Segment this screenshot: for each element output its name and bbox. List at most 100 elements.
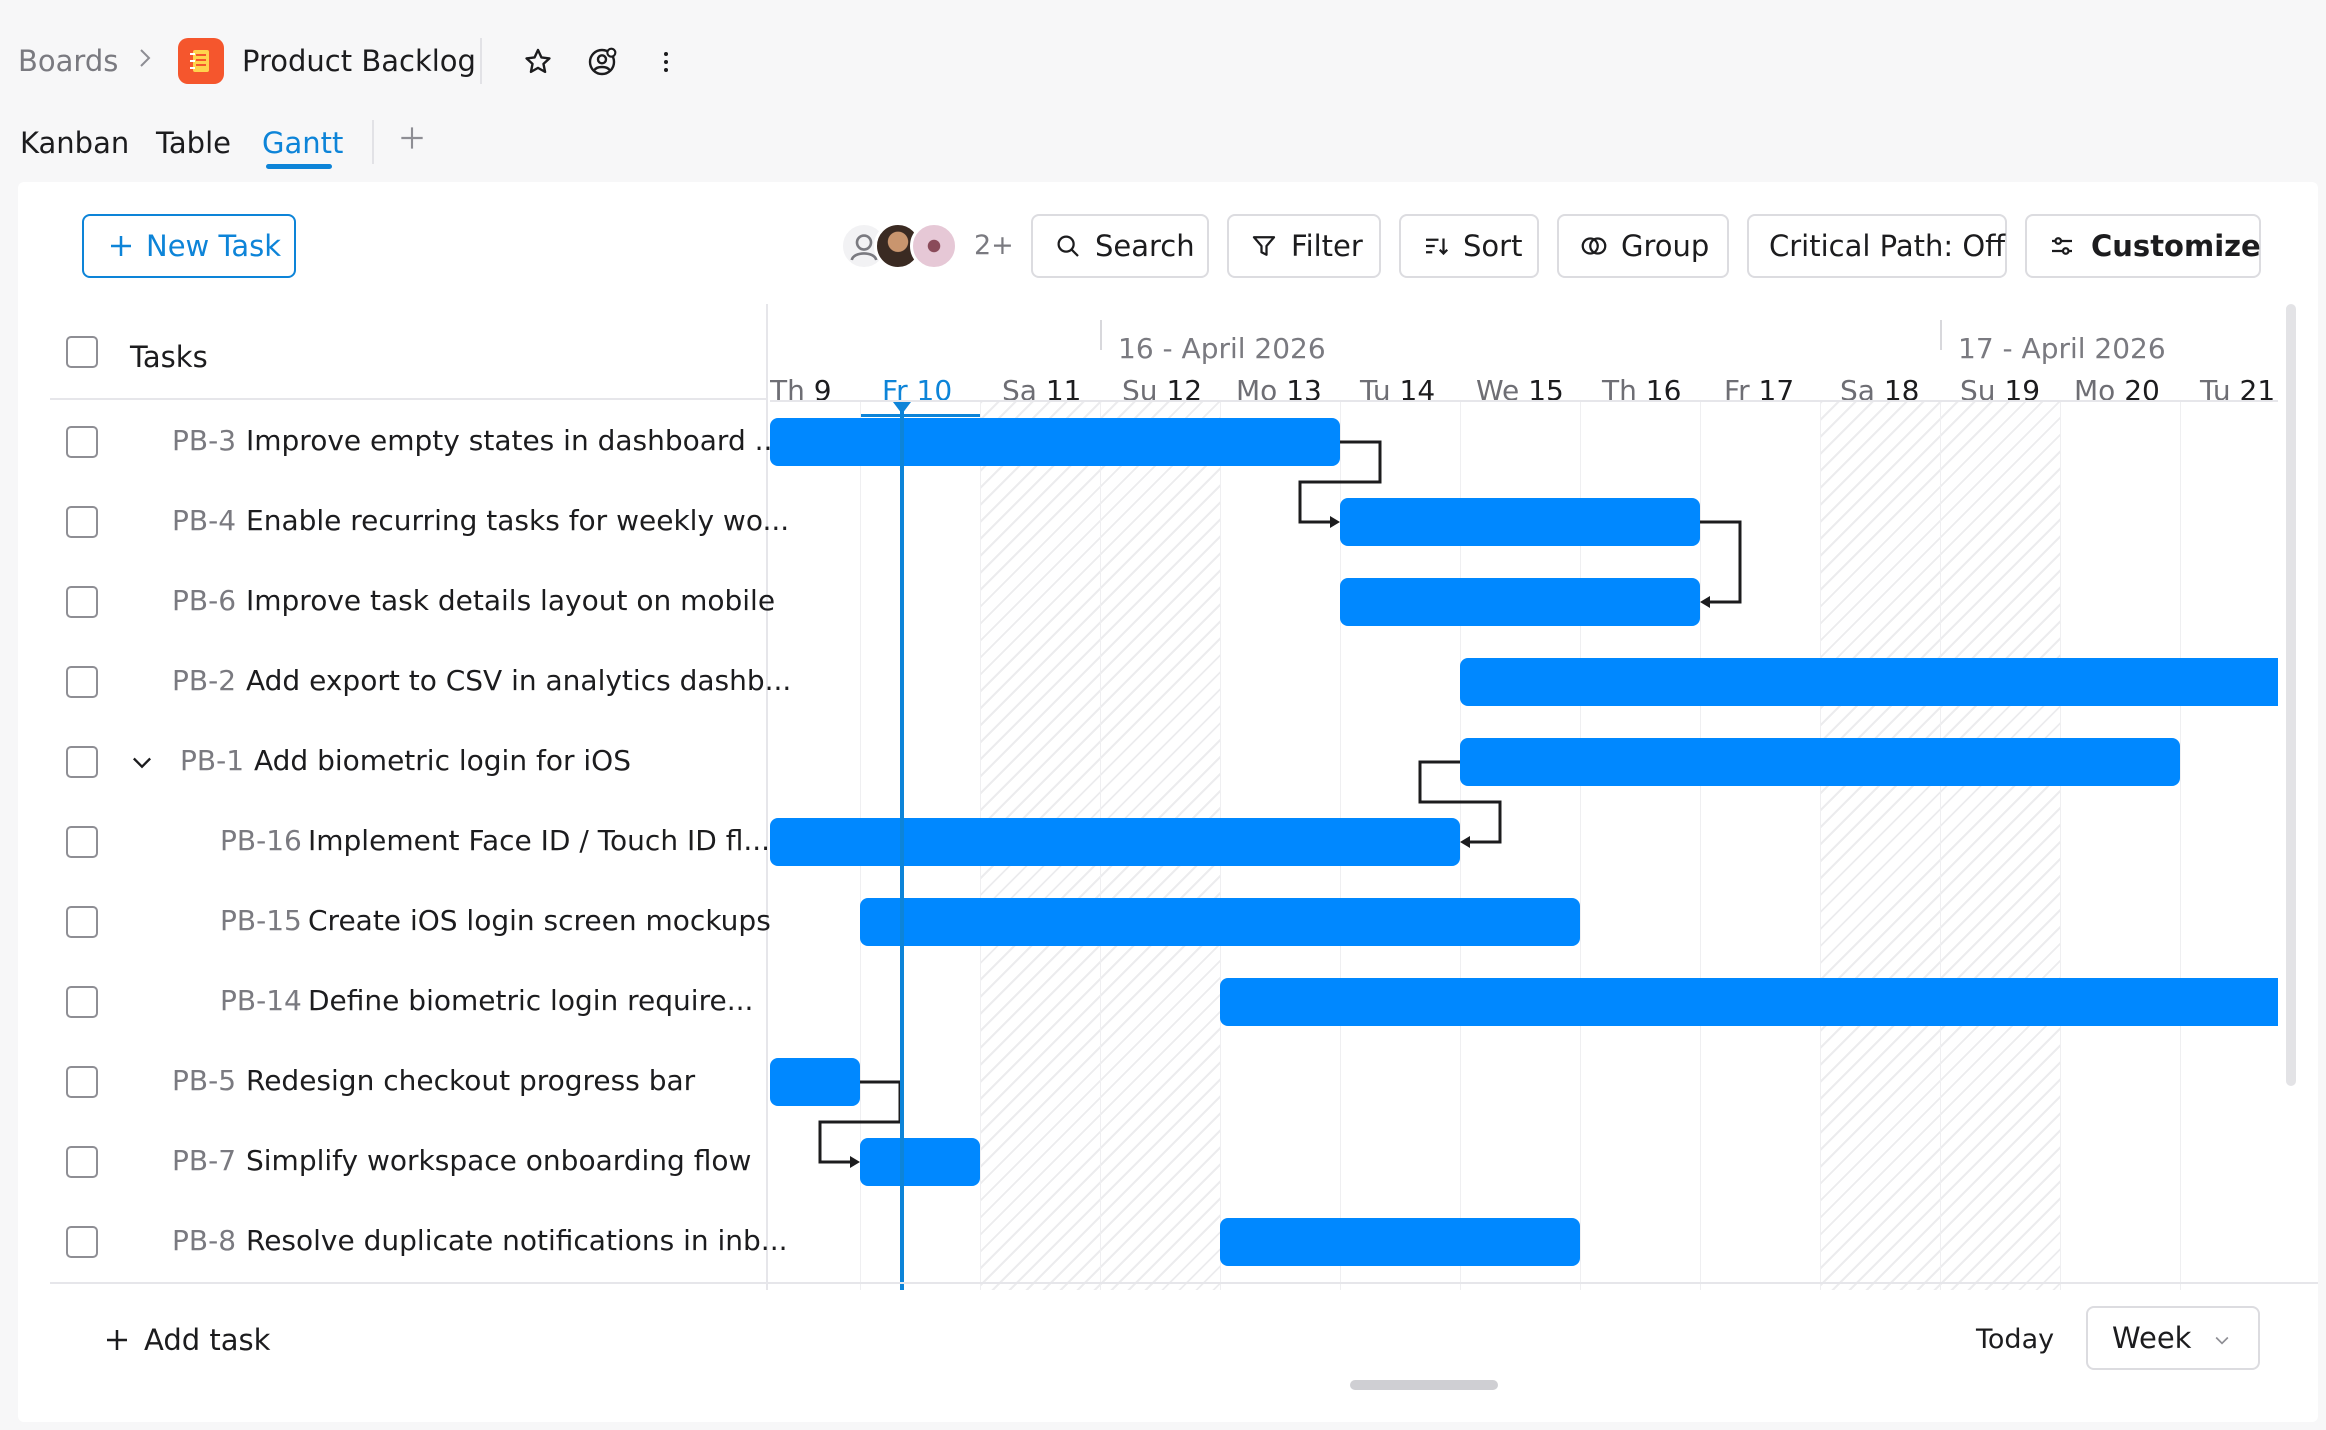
sort-icon (1426, 238, 1449, 256)
row-checkbox[interactable] (66, 746, 98, 778)
task-name[interactable]: Resolve duplicate notifications in inb..… (246, 1224, 788, 1257)
add-task-label: Add task (144, 1323, 271, 1357)
task-name[interactable]: Enable recurring tasks for weekly wo... (246, 504, 789, 537)
task-row[interactable]: PB-4 Enable recurring tasks for weekly w… (50, 482, 789, 562)
task-id: PB-15 (220, 904, 302, 937)
footer-divider (50, 1282, 2318, 1284)
group-label: Group (1621, 229, 1710, 263)
task-name[interactable]: Implement Face ID / Touch ID fl... (308, 824, 770, 857)
divider (480, 38, 482, 84)
task-name[interactable]: Simplify workspace onboarding flow (246, 1144, 751, 1177)
row-checkbox[interactable] (66, 426, 98, 458)
chevron-down-icon (2215, 1336, 2229, 1345)
row-checkbox[interactable] (66, 1226, 98, 1258)
row-checkbox[interactable] (66, 586, 98, 618)
horizontal-scrollbar[interactable] (1350, 1380, 1498, 1390)
search-label: Search (1095, 229, 1195, 263)
more-options-button[interactable] (648, 44, 684, 80)
task-row[interactable]: PB-14 Define biometric login require... (50, 962, 768, 1042)
task-row[interactable]: PB-8 Resolve duplicate notifications in … (50, 1202, 788, 1282)
sort-button[interactable]: Sort (1399, 214, 1539, 278)
task-row[interactable]: PB-2 Add export to CSV in analytics dash… (50, 642, 791, 722)
board-title: Product Backlog (242, 44, 476, 78)
critical-path-label: Critical Path: Off (1769, 229, 2006, 263)
watch-button[interactable] (584, 44, 620, 80)
row-checkbox[interactable] (66, 826, 98, 858)
chevron-down-icon[interactable] (128, 748, 156, 776)
customize-button[interactable]: Customize (2025, 214, 2261, 278)
task-row[interactable]: PB-16 Implement Face ID / Touch ID fl... (50, 802, 770, 882)
user-watch-icon (588, 47, 617, 76)
notebook-icon (178, 38, 224, 84)
customize-label: Customize (2091, 229, 2261, 263)
zoom-select-value: Week (2112, 1321, 2192, 1355)
new-task-button[interactable]: New Task (82, 214, 296, 278)
tab-kanban[interactable]: Kanban (20, 126, 129, 160)
task-id: PB-1 (180, 744, 245, 777)
active-tab-indicator (266, 164, 332, 169)
plus-icon[interactable] (396, 122, 428, 154)
task-row[interactable]: PB-3 Improve empty states in dashboard .… (50, 402, 781, 482)
sort-label: Sort (1463, 229, 1523, 263)
tab-gantt[interactable]: Gantt (262, 126, 343, 160)
top-bar: Boards Product Backlog (0, 0, 2326, 120)
row-checkbox[interactable] (66, 986, 98, 1018)
gantt-panel: New Task 2+ Search Filter Sort Group Cri… (18, 182, 2318, 1422)
zoom-select[interactable]: Week (2086, 1306, 2260, 1370)
add-task-button[interactable]: Add task (102, 1320, 270, 1360)
avatars-more-count[interactable]: 2+ (974, 230, 1014, 261)
today-marker (893, 402, 911, 414)
task-id: PB-3 (172, 424, 237, 457)
today-line (900, 402, 904, 1290)
task-name[interactable]: Define biometric login require... (308, 984, 753, 1017)
group-icon (1581, 237, 1607, 255)
row-checkbox[interactable] (66, 1066, 98, 1098)
avatar (910, 222, 958, 270)
task-id: PB-7 (172, 1144, 237, 1177)
task-id: PB-16 (220, 824, 302, 857)
task-name[interactable]: Create iOS login screen mockups (308, 904, 771, 937)
view-tabs: Kanban Table Gantt (0, 120, 600, 180)
row-checkbox[interactable] (66, 1146, 98, 1178)
vertical-scrollbar[interactable] (2286, 304, 2296, 1086)
row-checkbox[interactable] (66, 666, 98, 698)
critical-path-toggle[interactable]: Critical Path: Off (1747, 214, 2007, 278)
task-row[interactable]: PB-5 Redesign checkout progress bar (50, 1042, 768, 1122)
task-id: PB-4 (172, 504, 237, 537)
task-id: PB-8 (172, 1224, 237, 1257)
dependency-links (818, 440, 1742, 1168)
task-id: PB-14 (220, 984, 302, 1017)
task-name[interactable]: Improve empty states in dashboard ... (246, 424, 781, 457)
row-checkbox[interactable] (66, 906, 98, 938)
row-checkbox[interactable] (66, 506, 98, 538)
today-button[interactable]: Today (1976, 1324, 2054, 1355)
assignee-avatars[interactable]: 2+ (840, 218, 1020, 274)
gantt-grid: Tasks PB-3 Improve empty states in dashb… (50, 304, 2318, 1290)
task-id: PB-2 (172, 664, 237, 697)
search-icon (1057, 235, 1079, 257)
gantt-timeline: 16 - April 2026 17 - April 2026 Th 9 Fr … (770, 304, 2278, 1290)
breadcrumb-boards[interactable]: Boards (18, 44, 118, 78)
task-name[interactable]: Add biometric login for iOS (254, 744, 631, 777)
star-icon (525, 48, 551, 74)
task-row[interactable]: PB-6 Improve task details layout on mobi… (50, 562, 775, 642)
group-button[interactable]: Group (1557, 214, 1729, 278)
filter-label: Filter (1291, 229, 1363, 263)
filter-button[interactable]: Filter (1227, 214, 1381, 278)
task-name[interactable]: Improve task details layout on mobile (246, 584, 775, 617)
favorite-button[interactable] (520, 44, 556, 80)
tab-table[interactable]: Table (156, 126, 231, 160)
task-name[interactable]: Redesign checkout progress bar (246, 1064, 695, 1097)
chevron-right-icon (140, 49, 151, 67)
select-all-checkbox[interactable] (66, 336, 98, 368)
task-id: PB-6 (172, 584, 237, 617)
plus-icon (107, 1330, 127, 1350)
divider (372, 120, 374, 164)
task-name[interactable]: Add export to CSV in analytics dashb... (246, 664, 791, 697)
tasks-column-header: Tasks (130, 340, 208, 374)
task-row[interactable]: PB-15 Create iOS login screen mockups (50, 882, 771, 962)
task-list-header: Tasks (50, 304, 766, 400)
search-button[interactable]: Search (1031, 214, 1209, 278)
task-row[interactable]: PB-1 Add biometric login for iOS (50, 722, 768, 802)
task-row[interactable]: PB-7 Simplify workspace onboarding flow (50, 1122, 768, 1202)
